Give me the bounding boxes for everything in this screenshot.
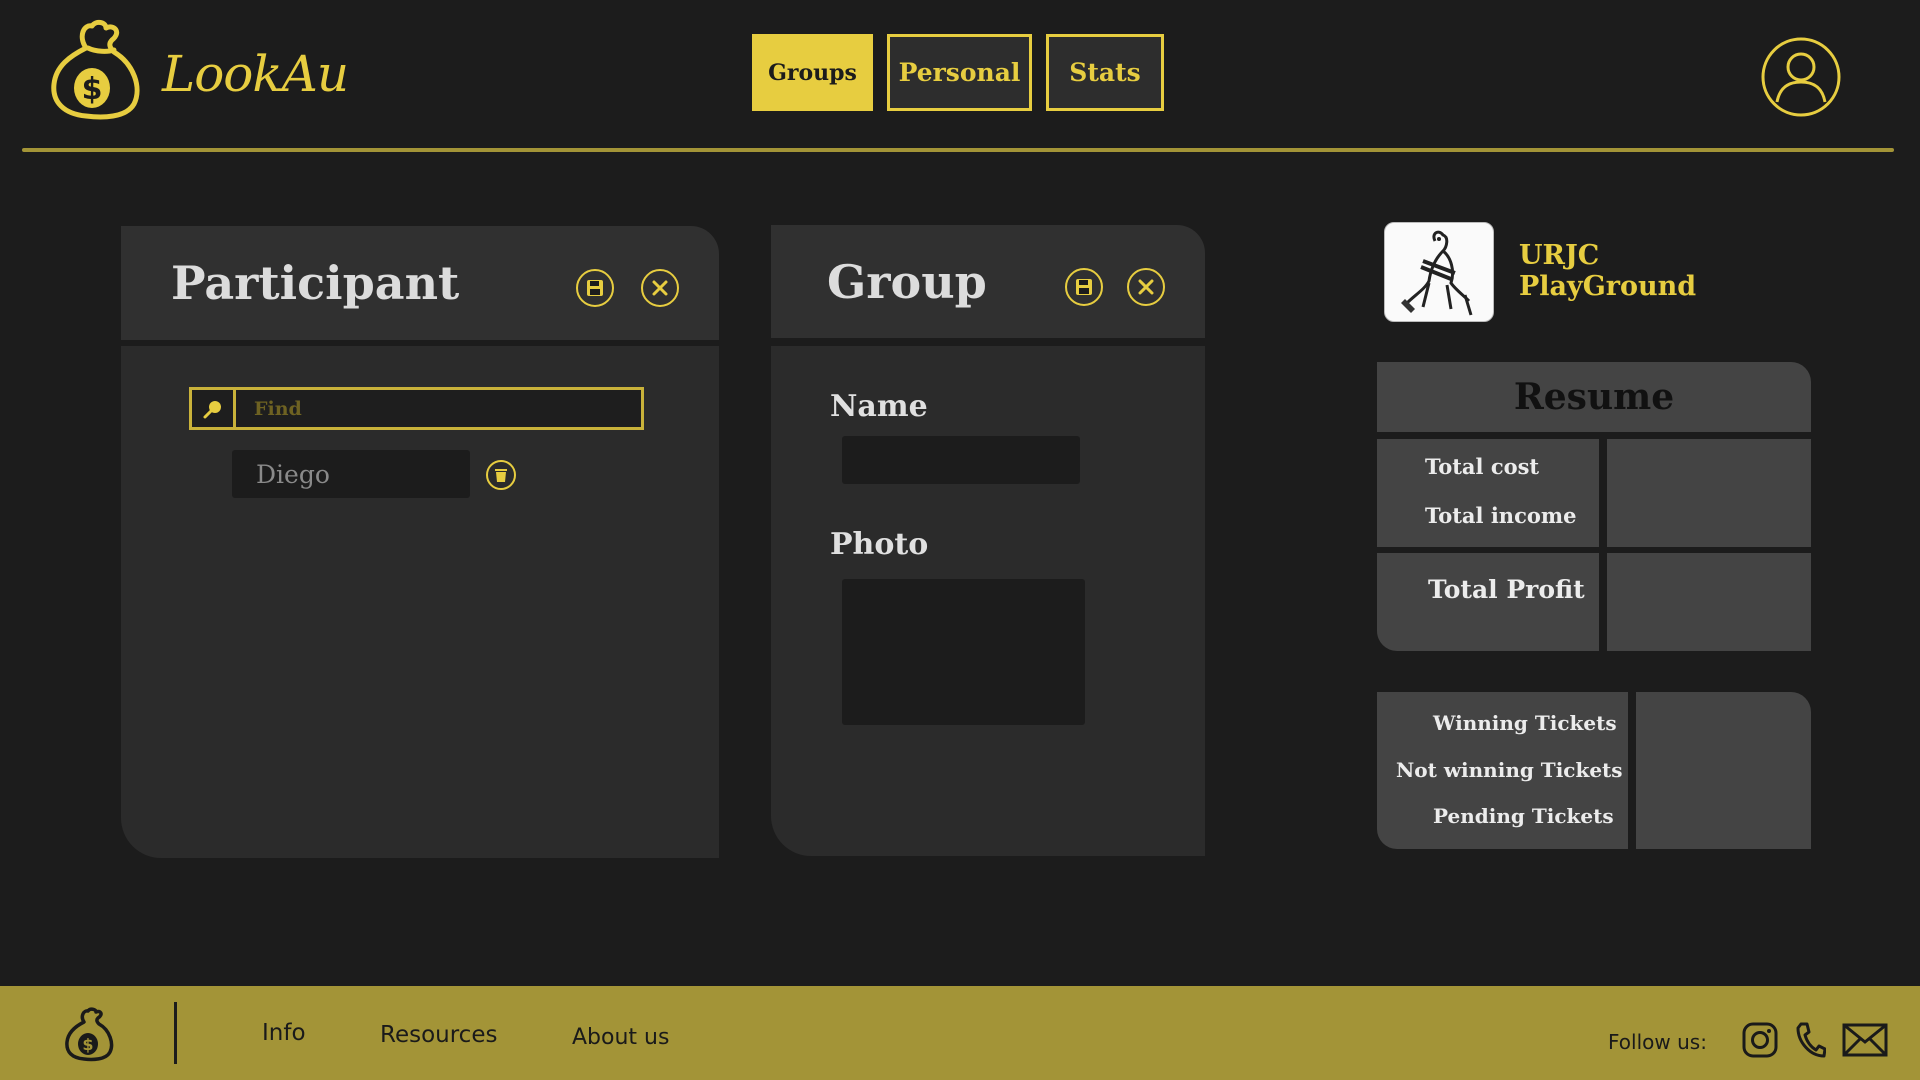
mail-icon[interactable]: [1842, 1022, 1888, 1058]
app-name: LookAu: [162, 45, 349, 103]
group-name-input[interactable]: [842, 436, 1080, 484]
close-icon: [652, 280, 668, 296]
trash-icon: [495, 469, 507, 482]
money-bag-icon: $: [51, 19, 140, 120]
tab-groups[interactable]: Groups: [752, 34, 873, 111]
profit-value-cell: [1607, 553, 1811, 651]
total-profit-label: Total Profit: [1428, 575, 1585, 604]
total-income-label: Total income: [1425, 503, 1577, 528]
tab-stats[interactable]: Stats: [1046, 34, 1164, 111]
tab-personal[interactable]: Personal: [887, 34, 1032, 111]
search-icon[interactable]: [192, 390, 236, 427]
svg-text:$: $: [82, 1035, 93, 1054]
footer-link-resources[interactable]: Resources: [380, 1022, 497, 1048]
money-bag-icon[interactable]: $: [64, 1006, 118, 1062]
group-name: URJC PlayGround: [1519, 240, 1719, 302]
svg-text:$: $: [82, 72, 103, 107]
group-name-line1: URJC: [1519, 240, 1600, 271]
participant-title: Participant: [171, 256, 460, 310]
save-participant-button[interactable]: [576, 269, 614, 307]
group-title: Group: [827, 254, 987, 309]
not-winning-tickets-label: Not winning Tickets: [1396, 758, 1623, 782]
resume-header: Resume: [1377, 362, 1811, 432]
resume-title: Resume: [1513, 376, 1675, 418]
photo-upload[interactable]: [842, 579, 1085, 725]
user-avatar-icon[interactable]: [1760, 36, 1842, 118]
main-nav: Groups Personal Stats: [752, 34, 1164, 111]
footer-link-about[interactable]: About us: [572, 1025, 669, 1050]
total-cost-label: Total cost: [1425, 454, 1540, 479]
pending-tickets-label: Pending Tickets: [1433, 804, 1614, 828]
winning-tickets-label: Winning Tickets: [1433, 711, 1617, 735]
group-panel-header: Group: [771, 225, 1205, 338]
tickets-values-cell: [1636, 692, 1811, 849]
close-group-button[interactable]: [1127, 268, 1165, 306]
footer: $ Info Resources About us Follow us:: [0, 986, 1920, 1080]
group-image: [1384, 222, 1494, 322]
logo[interactable]: $ LookAu: [48, 18, 349, 122]
follow-label: Follow us:: [1608, 1030, 1707, 1054]
name-label: Name: [830, 389, 928, 424]
photo-label: Photo: [830, 527, 929, 562]
instagram-icon[interactable]: [1742, 1022, 1778, 1058]
search-input[interactable]: [236, 390, 641, 427]
phone-icon[interactable]: [1796, 1022, 1826, 1058]
participant-list-item[interactable]: Diego: [232, 450, 470, 498]
close-icon: [1138, 279, 1154, 295]
header-divider: [22, 148, 1894, 152]
cost-income-values-cell: [1607, 439, 1811, 547]
header: $ LookAu Groups Personal Stats: [0, 0, 1920, 160]
footer-link-info[interactable]: Info: [262, 1020, 306, 1046]
group-name-line2: PlayGround: [1519, 271, 1697, 302]
participant-search: [189, 387, 644, 430]
save-icon: [587, 280, 603, 296]
save-group-button[interactable]: [1065, 268, 1103, 306]
participant-panel-header: Participant: [121, 226, 719, 340]
close-participant-button[interactable]: [641, 269, 679, 307]
footer-divider: [174, 1002, 177, 1064]
save-icon: [1076, 279, 1092, 295]
delete-participant-button[interactable]: [486, 460, 516, 490]
